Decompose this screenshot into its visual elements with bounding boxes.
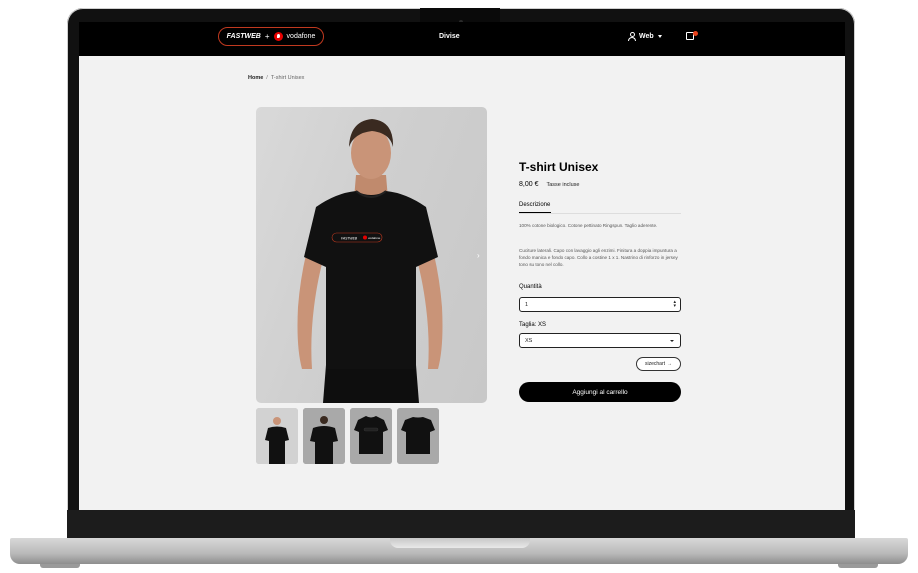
- logo-plus: +: [264, 32, 270, 41]
- size-selected-value: XS: [525, 337, 533, 344]
- breadcrumb-home[interactable]: Home: [248, 75, 263, 81]
- nav-divise[interactable]: Divise: [439, 33, 460, 40]
- chevron-down-icon: [670, 340, 674, 342]
- chevron-right-icon[interactable]: ›: [477, 251, 480, 260]
- shirt-print-text: FASTWEB: [341, 237, 358, 241]
- thumbnail-flat-front[interactable]: [350, 408, 392, 464]
- price-row: 8,00 € Tasse incluse: [519, 181, 580, 188]
- user-icon: [628, 32, 636, 41]
- taxes-note: Tasse incluse: [546, 182, 580, 188]
- user-menu-label: Web: [639, 32, 654, 40]
- laptop-bottom-bezel: [67, 510, 855, 538]
- add-to-cart-button[interactable]: Aggiungi al carrello: [519, 382, 681, 402]
- site-logo[interactable]: FASTWEB + vodafone: [218, 27, 324, 46]
- chevron-down-icon: [657, 34, 662, 38]
- tab-divider: [519, 213, 681, 214]
- product-main-image[interactable]: FASTWEB vodafone ›: [256, 107, 487, 403]
- breadcrumb-separator: /: [266, 75, 268, 81]
- shirt-print-partner: vodafone: [368, 236, 381, 240]
- sizechart-button[interactable]: sizechart →: [636, 357, 681, 371]
- quantity-label: Quantità: [519, 284, 542, 290]
- thumbnail-back-model[interactable]: [303, 408, 345, 464]
- logo-partner: vodafone: [286, 33, 316, 40]
- browser-screen: FASTWEB + vodafone Divise Web Home / T-shi…: [79, 22, 845, 510]
- thumbnail-front-model[interactable]: [256, 408, 298, 464]
- user-menu[interactable]: Web: [628, 32, 662, 41]
- thumbnail-flat-back[interactable]: [397, 408, 439, 464]
- description-paragraph-1: 100% cotone biologico. Cotone pettinato …: [519, 223, 658, 228]
- laptop-base-notch: [390, 538, 530, 548]
- sizechart-label: sizechart: [644, 361, 665, 367]
- laptop-foot-right: [838, 564, 878, 568]
- logo-brand: FASTWEB: [226, 33, 261, 40]
- size-label: Taglia: XS: [519, 322, 547, 328]
- stepper-arrows-icon[interactable]: ▴ ▾: [673, 300, 676, 309]
- description-paragraph-2: Cuciture laterali. Capo con lavaggio agl…: [519, 248, 678, 267]
- quantity-stepper[interactable]: 1 ▴ ▾: [519, 297, 681, 312]
- quantity-value: 1: [525, 301, 529, 308]
- laptop-foot-left: [40, 564, 80, 568]
- product-price: 8,00 €: [519, 181, 539, 188]
- cart-badge: [693, 31, 698, 36]
- tab-description[interactable]: Descrizione: [519, 202, 550, 208]
- vodafone-icon: [273, 32, 283, 41]
- thumbnail-strip: [256, 408, 439, 464]
- breadcrumb-current: T-shirt Unisex: [270, 75, 305, 81]
- site-header: FASTWEB + vodafone Divise Web: [79, 22, 845, 56]
- tab-active-indicator: [519, 212, 551, 213]
- size-select[interactable]: XS: [519, 333, 681, 348]
- arrow-right-icon: →: [667, 361, 672, 367]
- model-photo: FASTWEB vodafone: [297, 119, 443, 403]
- breadcrumb: Home / T-shirt Unisex: [248, 75, 304, 81]
- product-title: T-shirt Unisex: [519, 160, 599, 174]
